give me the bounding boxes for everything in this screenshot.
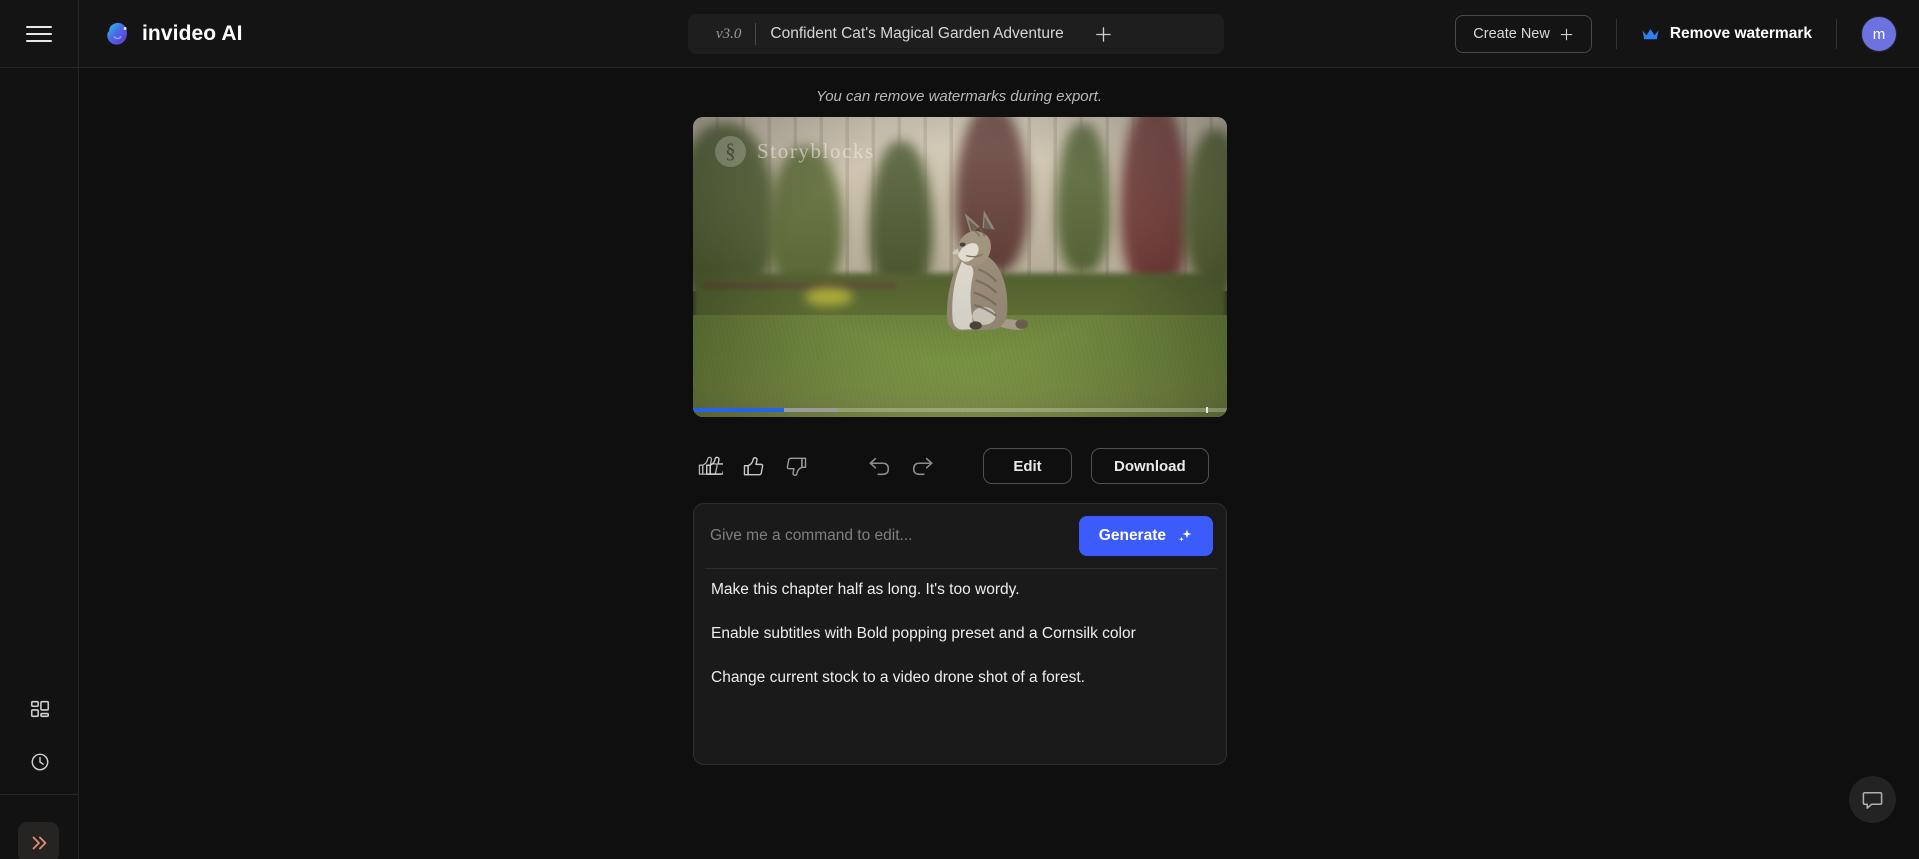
video-progress-bar[interactable] <box>693 407 1227 413</box>
double-thumbs-up-icon <box>698 456 723 475</box>
remove-watermark-button[interactable]: Remove watermark <box>1641 25 1812 43</box>
command-input-row: Generate <box>694 504 1226 568</box>
download-button[interactable]: Download <box>1091 448 1209 484</box>
sparkle-icon <box>1179 529 1192 542</box>
video-preview[interactable]: § Storyblocks <box>693 117 1227 417</box>
redo-arrow-icon <box>912 457 933 476</box>
create-new-button[interactable]: Create New <box>1455 15 1592 53</box>
bush-right-green <box>1056 123 1110 273</box>
video-action-row: Edit Download <box>693 443 1227 489</box>
generate-button[interactable]: Generate <box>1078 516 1213 556</box>
undo-button[interactable] <box>863 449 897 483</box>
sidebar-item-dashboard[interactable] <box>0 685 79 733</box>
remove-watermark-label: Remove watermark <box>1669 25 1812 42</box>
cat-subject <box>947 210 1029 332</box>
thumbs-up-icon <box>743 456 763 475</box>
yellow-flowers <box>805 288 854 306</box>
create-new-label: Create New <box>1473 26 1550 42</box>
video-scene <box>693 117 1227 417</box>
thumbs-up-button[interactable] <box>736 449 770 483</box>
avatar[interactable]: m <box>1861 16 1897 52</box>
double-chevron-right-icon <box>32 836 46 849</box>
command-input[interactable] <box>710 504 980 568</box>
divider <box>0 794 79 795</box>
plus-icon <box>1096 26 1112 42</box>
brand-name: invideo AI <box>142 21 243 45</box>
redo-button[interactable] <box>905 449 939 483</box>
add-project-button[interactable] <box>1090 20 1118 48</box>
clock-history-icon <box>31 753 48 771</box>
main-content: You can remove watermarks during export. <box>79 68 1919 859</box>
watermark-note: You can remove watermarks during export. <box>816 88 1102 105</box>
project-title: Confident Cat's Magical Garden Adventure <box>770 25 1064 42</box>
avatar-initial: m <box>1872 25 1886 43</box>
sidebar-item-history[interactable] <box>0 738 79 786</box>
support-chat-button[interactable] <box>1849 776 1896 823</box>
double-thumbs-up-button[interactable] <box>693 449 727 483</box>
command-panel: Generate Make this chapter half as long.… <box>693 503 1227 765</box>
divider <box>705 568 1217 569</box>
grid-dashboard-icon <box>30 700 49 718</box>
bush-right-red <box>1120 117 1190 291</box>
bush-left-2 <box>767 147 843 291</box>
project-title-bar[interactable]: v3.0 Confident Cat's Magical Garden Adve… <box>688 14 1224 54</box>
version-tag: v3.0 <box>716 25 742 42</box>
thumbs-down-button[interactable] <box>779 449 813 483</box>
generate-label: Generate <box>1098 527 1166 544</box>
top-bar-actions: Create New Remove watermark m <box>1455 0 1919 68</box>
invideo-blob-logo-icon <box>107 22 127 45</box>
undo-arrow-icon <box>869 457 890 476</box>
progress-played <box>693 408 784 412</box>
chat-bubble-icon <box>1862 792 1883 809</box>
left-sidebar <box>0 68 79 859</box>
garden-rail <box>703 282 896 289</box>
brand-logo-link[interactable]: invideo AI <box>104 20 243 47</box>
plus-icon <box>1560 28 1573 40</box>
suggestion-item[interactable]: Make this chapter half as long. It's too… <box>711 579 1209 601</box>
crown-icon <box>1642 28 1659 39</box>
menu-toggle-button[interactable] <box>0 0 79 68</box>
top-bar: invideo AI v3.0 Confident Cat's Magical … <box>0 0 1919 68</box>
suggestion-list: Make this chapter half as long. It's too… <box>694 579 1226 711</box>
divider <box>755 23 757 45</box>
divider <box>1836 19 1837 49</box>
expand-sidebar-button[interactable] <box>18 822 59 859</box>
thumbs-down-icon <box>786 457 806 476</box>
suggestion-item[interactable]: Change current stock to a video drone sh… <box>711 667 1209 689</box>
hamburger-menu-icon <box>26 25 52 42</box>
suggestion-item[interactable]: Enable subtitles with Bold popping prese… <box>711 623 1209 645</box>
chapter-marker <box>1205 407 1208 413</box>
divider <box>1615 19 1617 49</box>
edit-button[interactable]: Edit <box>983 448 1072 484</box>
